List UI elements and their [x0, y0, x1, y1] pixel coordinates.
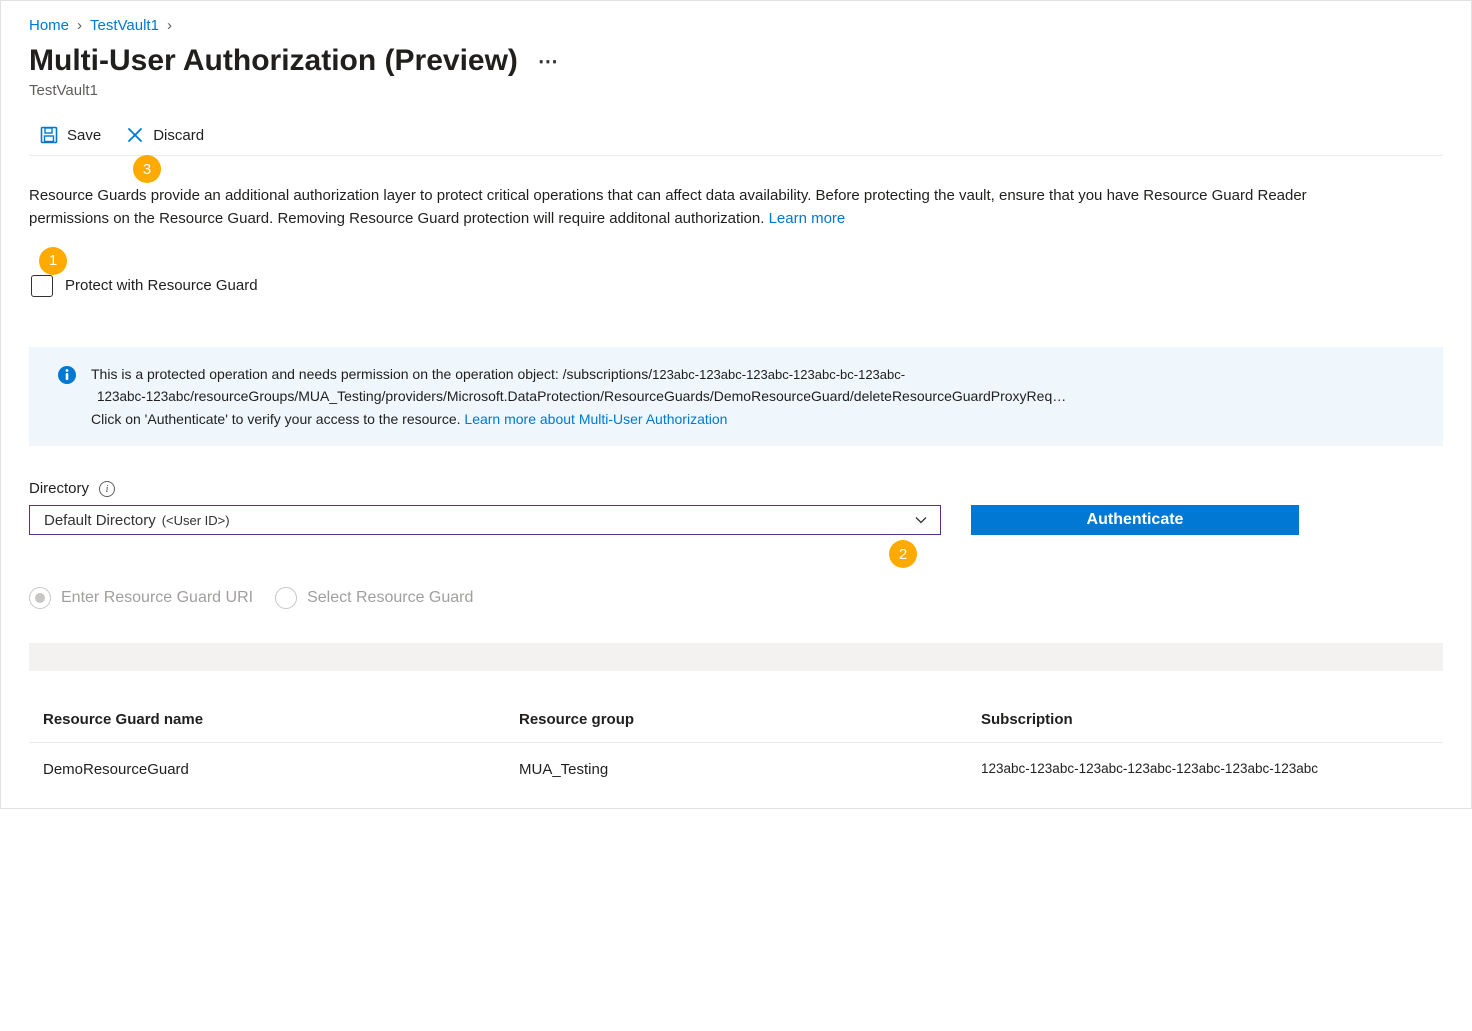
- page-title: Multi-User Authorization (Preview) ⋯: [29, 44, 1443, 78]
- learn-more-mua-link[interactable]: Learn more about Multi-User Authorizatio…: [464, 411, 727, 427]
- info-tooltip-icon[interactable]: i: [99, 481, 115, 497]
- directory-label: Directory: [29, 480, 89, 497]
- info-icon: [57, 365, 77, 385]
- info-banner-text: This is a protected operation and needs …: [91, 363, 1066, 431]
- description-text: Resource Guards provide an additional au…: [29, 184, 1329, 231]
- th-name: Resource Guard name: [43, 711, 519, 728]
- radio-select-guard-label: Select Resource Guard: [307, 589, 473, 607]
- td-rg: MUA_Testing: [519, 761, 981, 778]
- chevron-right-icon: ›: [77, 17, 82, 34]
- radio-enter-uri[interactable]: [29, 587, 51, 609]
- th-rg: Resource group: [519, 711, 981, 728]
- radio-select-guard[interactable]: [275, 587, 297, 609]
- resource-guard-table: Resource Guard name Resource group Subsc…: [29, 711, 1443, 778]
- step-badge-3: 3: [133, 155, 161, 183]
- chevron-right-icon: ›: [167, 17, 172, 34]
- close-icon: [125, 125, 145, 145]
- radio-enter-uri-label: Enter Resource Guard URI: [61, 589, 253, 607]
- step-badge-2: 2: [889, 540, 917, 568]
- th-sub: Subscription: [981, 711, 1443, 728]
- step-badge-1: 1: [39, 247, 67, 275]
- divider-bar: [29, 643, 1443, 671]
- breadcrumb: Home › TestVault1 ›: [29, 17, 1443, 34]
- protect-checkbox-label: Protect with Resource Guard: [65, 277, 258, 294]
- toolbar: Save Discard 3: [29, 119, 1443, 156]
- breadcrumb-home[interactable]: Home: [29, 17, 69, 34]
- learn-more-link[interactable]: Learn more: [769, 210, 846, 227]
- td-sub: 123abc-123abc-123abc-123abc-123abc-123ab…: [981, 761, 1443, 778]
- directory-select[interactable]: Default Directory (<User ID>): [29, 505, 941, 535]
- authenticate-button[interactable]: Authenticate: [971, 505, 1299, 535]
- chevron-down-icon: [914, 513, 928, 527]
- info-banner: This is a protected operation and needs …: [29, 347, 1443, 447]
- td-name: DemoResourceGuard: [43, 761, 519, 778]
- breadcrumb-vault[interactable]: TestVault1: [90, 17, 159, 34]
- protect-checkbox[interactable]: [31, 275, 53, 297]
- page-subtitle: TestVault1: [29, 82, 1443, 99]
- save-icon: [39, 125, 59, 145]
- table-row[interactable]: DemoResourceGuard MUA_Testing 123abc-123…: [29, 761, 1443, 778]
- discard-button[interactable]: Discard: [125, 125, 204, 145]
- save-button[interactable]: Save: [39, 125, 101, 145]
- more-actions-button[interactable]: ⋯: [538, 49, 559, 74]
